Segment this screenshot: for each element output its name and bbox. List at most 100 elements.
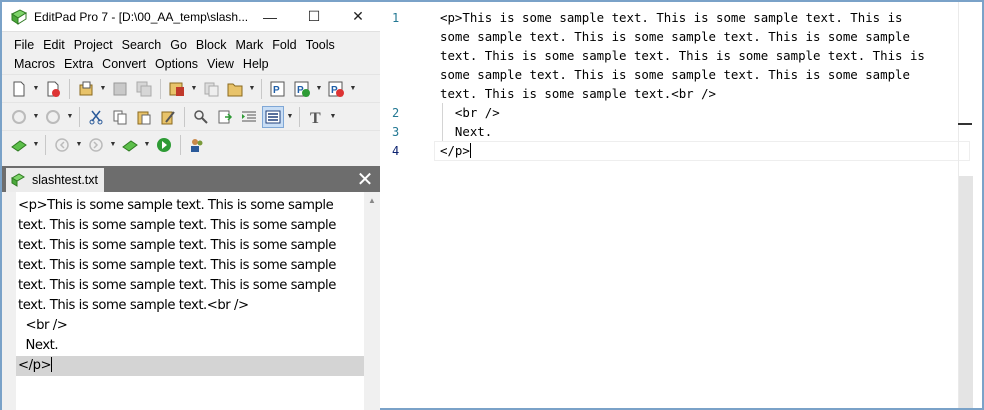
replace-button[interactable] — [214, 106, 236, 128]
chevron-down-icon[interactable]: ▼ — [143, 134, 151, 156]
find-button[interactable] — [190, 106, 212, 128]
text-line: </p> — [18, 358, 52, 373]
book-button[interactable] — [8, 134, 30, 156]
tab-label: slashtest.txt — [32, 173, 98, 187]
project-remove-button[interactable]: P — [325, 78, 347, 100]
paste-button[interactable] — [133, 106, 155, 128]
chevron-down-icon[interactable]: ▼ — [109, 134, 117, 156]
code-line: <p>This is some sample text. This is som… — [440, 10, 903, 25]
undo-button[interactable] — [8, 106, 30, 128]
clip-icon — [122, 139, 138, 152]
toolbar-separator — [180, 134, 181, 155]
forward-button[interactable] — [85, 134, 107, 156]
chevron-down-icon[interactable]: ▼ — [349, 78, 357, 100]
toolbar-separator — [160, 78, 161, 99]
chevron-down-icon[interactable]: ▼ — [315, 78, 323, 100]
chevron-down-icon[interactable]: ▼ — [32, 78, 40, 100]
window-title: EditPad Pro 7 - [D:\00_AA_temp\slash... — [34, 9, 248, 24]
undo-icon — [12, 109, 26, 124]
code-line: </p> — [440, 143, 470, 158]
redo-button[interactable] — [42, 106, 64, 128]
cut-button[interactable] — [85, 106, 107, 128]
line-number: 3 — [392, 125, 400, 139]
redo-icon — [46, 109, 60, 124]
chevron-down-icon[interactable]: ▼ — [248, 78, 256, 100]
text-line: Next. — [18, 338, 59, 353]
new-file-button[interactable] — [8, 78, 30, 100]
menu-block[interactable]: Block — [192, 36, 232, 55]
menu-edit[interactable]: Edit — [39, 36, 70, 55]
minimize-button[interactable]: — — [248, 2, 292, 32]
menu-tools[interactable]: Tools — [302, 36, 340, 55]
users-icon — [191, 138, 203, 152]
menu-go[interactable]: Go — [166, 36, 192, 55]
left-text[interactable]: <p>This is some sample text. This is som… — [16, 196, 364, 376]
svg-text:T: T — [310, 110, 321, 125]
find-icon — [194, 109, 208, 124]
paste-icon — [137, 111, 151, 124]
indent-button[interactable] — [238, 106, 260, 128]
font-button[interactable]: T — [305, 106, 327, 128]
menu-convert[interactable]: Convert — [98, 55, 151, 74]
code-line: some sample text. This is some sample te… — [440, 29, 910, 44]
edit-button[interactable] — [157, 106, 179, 128]
chevron-down-icon[interactable]: ▼ — [190, 78, 198, 100]
code-line: text. This is some sample text.<br /> — [440, 86, 717, 101]
toolbar-separator — [299, 106, 300, 127]
close-tab-icon[interactable]: ✕ — [354, 168, 376, 191]
open-file-button[interactable] — [75, 78, 97, 100]
chevron-down-icon[interactable]: ▼ — [99, 78, 107, 100]
current-line: </p> — [16, 356, 364, 376]
menu-help[interactable]: Help — [239, 55, 274, 74]
block-select-button[interactable] — [262, 105, 284, 128]
open-folder-button[interactable] — [166, 78, 188, 100]
project-p-button[interactable]: P — [267, 78, 289, 100]
menu-macros[interactable]: Macros — [10, 55, 60, 74]
run-button[interactable] — [153, 134, 175, 156]
chevron-down-icon[interactable]: ▼ — [329, 106, 337, 128]
code-text[interactable]: <p>This is some sample text. This is som… — [440, 8, 960, 160]
users-button[interactable] — [186, 134, 208, 156]
text-line: text. This is some sample text. This is … — [18, 278, 336, 293]
code-editor-window: 1 2 3 4 <p>This is some sample text. Thi… — [380, 0, 984, 410]
copy-button[interactable] — [109, 106, 131, 128]
menu-project[interactable]: Project — [70, 36, 118, 55]
toolbar-separator — [69, 78, 70, 99]
menu-mark[interactable]: Mark — [231, 36, 268, 55]
copy-file-button[interactable] — [200, 78, 222, 100]
menu-options[interactable]: Options — [151, 55, 203, 74]
menu-view[interactable]: View — [203, 55, 239, 74]
save-all-icon — [136, 81, 152, 96]
chevron-down-icon[interactable]: ▼ — [66, 106, 74, 128]
project-open-icon — [227, 83, 243, 96]
save-button[interactable] — [109, 78, 131, 100]
left-editor[interactable]: <p>This is some sample text. This is som… — [2, 192, 380, 410]
left-scrollbar[interactable]: ▲ — [364, 192, 380, 410]
scrollbar-thumb[interactable] — [959, 176, 973, 408]
menu-search[interactable]: Search — [118, 36, 167, 55]
chevron-down-icon[interactable]: ▼ — [286, 106, 294, 128]
close-file-button[interactable] — [42, 78, 64, 100]
chevron-down-icon[interactable]: ▼ — [75, 134, 83, 156]
menu-fold[interactable]: Fold — [268, 36, 301, 55]
toolbar-separator — [261, 78, 262, 99]
cut-icon — [89, 110, 103, 124]
back-button[interactable] — [51, 134, 73, 156]
save-all-button[interactable] — [133, 78, 155, 100]
menu-extra[interactable]: Extra — [60, 55, 98, 74]
close-window-button[interactable]: ✕ — [336, 2, 380, 32]
tab-slashtest[interactable]: slashtest.txt — [6, 168, 104, 192]
text-line: <br /> — [18, 318, 68, 333]
text-cursor — [51, 357, 53, 372]
scroll-up-icon[interactable]: ▲ — [368, 196, 376, 205]
chevron-down-icon[interactable]: ▼ — [32, 106, 40, 128]
menu-file[interactable]: File — [10, 36, 39, 55]
copy-file-icon — [204, 82, 219, 96]
clip-button[interactable] — [119, 134, 141, 156]
run-icon — [157, 137, 171, 152]
chevron-down-icon[interactable]: ▼ — [32, 134, 40, 156]
project-add-button[interactable]: P — [291, 78, 313, 100]
maximize-button[interactable]: ☐ — [292, 2, 336, 32]
project-button[interactable] — [224, 78, 246, 100]
book-icon — [11, 173, 25, 187]
